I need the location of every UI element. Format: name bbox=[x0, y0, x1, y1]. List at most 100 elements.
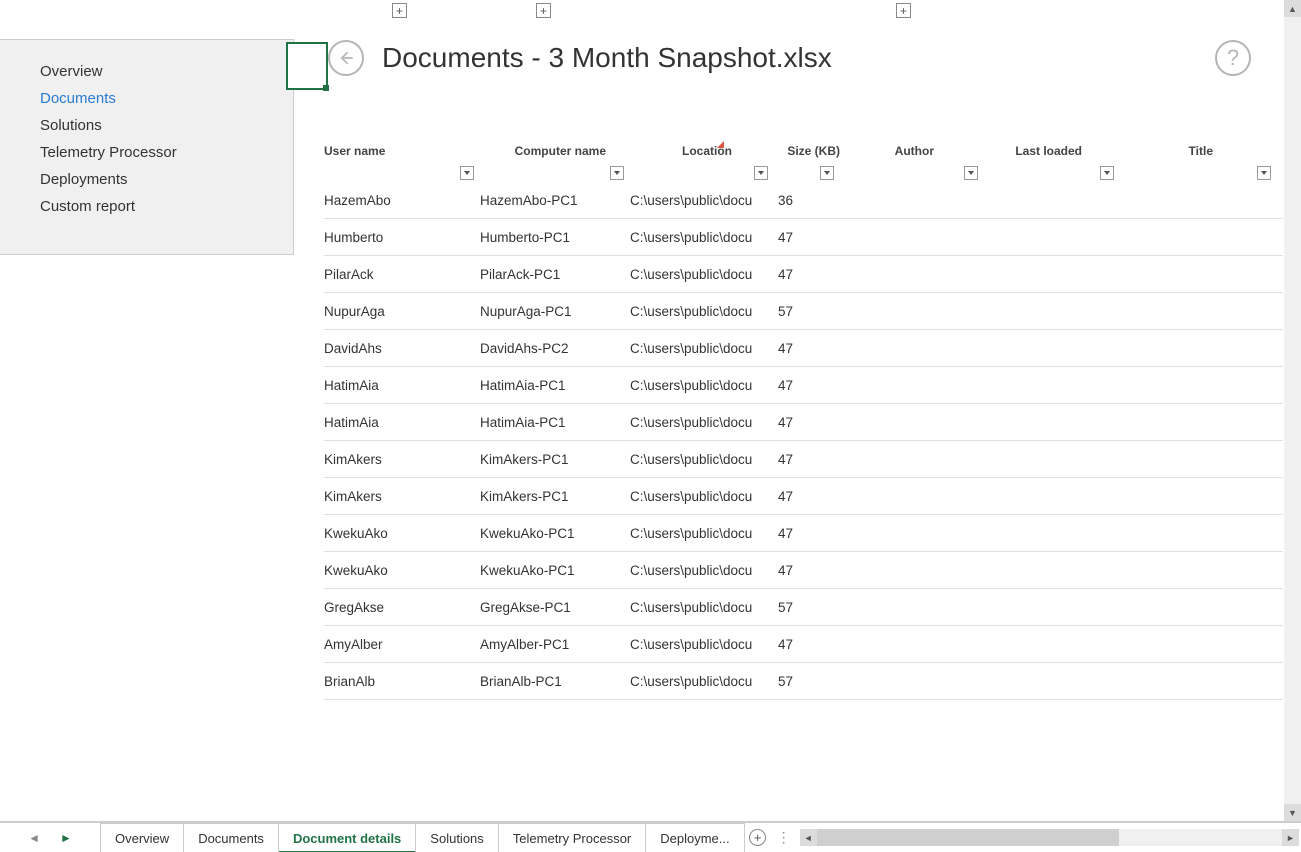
tab-label: Deployme bbox=[660, 831, 719, 846]
new-sheet-button[interactable]: + bbox=[745, 822, 771, 852]
title-row: Documents - 3 Month Snapshot.xlsx ? bbox=[294, 20, 1301, 76]
fill-handle[interactable] bbox=[323, 85, 329, 91]
cell-last-loaded bbox=[984, 563, 1120, 578]
tab-telemetry-processor[interactable]: Telemetry Processor bbox=[498, 823, 646, 852]
hscroll-track[interactable] bbox=[817, 829, 1282, 846]
page-title: Documents - 3 Month Snapshot.xlsx bbox=[382, 42, 832, 74]
hscroll-thumb[interactable] bbox=[817, 829, 1119, 846]
cell-user: PilarAck bbox=[324, 267, 480, 282]
cell-user: HatimAia bbox=[324, 378, 480, 393]
sheet-tabs: Overview Documents Document details Solu… bbox=[100, 822, 745, 852]
outline-expand-2[interactable]: + bbox=[536, 3, 551, 18]
cell-location: C:\users\public\docu bbox=[630, 230, 774, 245]
cell-author bbox=[840, 304, 984, 319]
sidebar-item-deployments[interactable]: Deployments bbox=[0, 166, 293, 193]
cell-author bbox=[840, 378, 984, 393]
table-row[interactable]: KwekuAkoKwekuAko-PC1C:\users\public\docu… bbox=[324, 552, 1283, 589]
sidebar-item-custom-report[interactable]: Custom report bbox=[0, 193, 293, 220]
outline-expand-1[interactable]: + bbox=[392, 3, 407, 18]
cell-user: NupurAga bbox=[324, 304, 480, 319]
scroll-right-button[interactable]: ► bbox=[1282, 829, 1299, 846]
col-label: Title bbox=[1120, 144, 1283, 158]
filter-button-location[interactable] bbox=[754, 166, 768, 180]
tab-bar-grip[interactable]: ⋮ bbox=[771, 822, 798, 852]
horizontal-scrollbar[interactable]: ◄ ► bbox=[798, 822, 1301, 852]
sidebar-item-telemetry[interactable]: Telemetry Processor bbox=[0, 139, 293, 166]
cell-author bbox=[840, 230, 984, 245]
cell-user: KimAkers bbox=[324, 489, 480, 504]
cell-user: GregAkse bbox=[324, 600, 480, 615]
cell-user: KwekuAko bbox=[324, 526, 480, 541]
cell-location: C:\users\public\docu bbox=[630, 563, 774, 578]
cell-title bbox=[1120, 489, 1283, 504]
sheet-nav-prev[interactable]: ◄ bbox=[28, 831, 40, 845]
table-row[interactable]: GregAkseGregAkse-PC1C:\users\public\docu… bbox=[324, 589, 1283, 626]
table-row[interactable]: KwekuAkoKwekuAko-PC1C:\users\public\docu… bbox=[324, 515, 1283, 552]
sidebar-blank-below bbox=[0, 255, 294, 821]
cell-location: C:\users\public\docu bbox=[630, 193, 774, 208]
sidebar-nav: Overview Documents Solutions Telemetry P… bbox=[0, 40, 294, 255]
cell-size: 47 bbox=[774, 378, 840, 393]
filter-button-user[interactable] bbox=[460, 166, 474, 180]
tab-deployments[interactable]: Deployme ... bbox=[645, 823, 744, 852]
scroll-up-button[interactable]: ▲ bbox=[1284, 0, 1301, 17]
cell-size: 47 bbox=[774, 637, 840, 652]
cell-last-loaded bbox=[984, 637, 1120, 652]
scroll-down-button[interactable]: ▼ bbox=[1284, 804, 1301, 821]
cell-size: 47 bbox=[774, 267, 840, 282]
scroll-left-button[interactable]: ◄ bbox=[800, 829, 817, 846]
data-table: User name Computer name Location Size (K… bbox=[324, 144, 1283, 700]
cell-user: KwekuAko bbox=[324, 563, 480, 578]
table-row[interactable]: NupurAgaNupurAga-PC1C:\users\public\docu… bbox=[324, 293, 1283, 330]
cell-size: 47 bbox=[774, 489, 840, 504]
cell-author bbox=[840, 526, 984, 541]
col-header-last-loaded: Last loaded bbox=[984, 144, 1120, 158]
cell-last-loaded bbox=[984, 193, 1120, 208]
table-row[interactable]: BrianAlbBrianAlb-PC1C:\users\public\docu… bbox=[324, 663, 1283, 700]
cell-computer: KwekuAko-PC1 bbox=[480, 563, 630, 578]
table-row[interactable]: KimAkersKimAkers-PC1C:\users\public\docu… bbox=[324, 441, 1283, 478]
table-row[interactable]: DavidAhsDavidAhs-PC2C:\users\public\docu… bbox=[324, 330, 1283, 367]
cell-title bbox=[1120, 674, 1283, 689]
sidebar-item-solutions[interactable]: Solutions bbox=[0, 112, 293, 139]
cell-location: C:\users\public\docu bbox=[630, 489, 774, 504]
cell-computer: AmyAlber-PC1 bbox=[480, 637, 630, 652]
filter-button-title[interactable] bbox=[1257, 166, 1271, 180]
cell-computer: BrianAlb-PC1 bbox=[480, 674, 630, 689]
tab-overview[interactable]: Overview bbox=[100, 823, 184, 852]
sidebar-item-documents[interactable]: Documents bbox=[0, 85, 293, 112]
vertical-scrollbar[interactable]: ▲ ▼ bbox=[1284, 0, 1301, 821]
col-label: Last loaded bbox=[984, 144, 1120, 158]
tab-documents[interactable]: Documents bbox=[183, 823, 279, 852]
table-row[interactable]: HatimAiaHatimAia-PC1C:\users\public\docu… bbox=[324, 367, 1283, 404]
table-row[interactable]: PilarAckPilarAck-PC1C:\users\public\docu… bbox=[324, 256, 1283, 293]
col-label: Computer name bbox=[480, 144, 630, 158]
tab-overflow: ... bbox=[719, 831, 730, 846]
cell-size: 47 bbox=[774, 452, 840, 467]
help-button[interactable]: ? bbox=[1215, 40, 1251, 76]
table-row[interactable]: KimAkersKimAkers-PC1C:\users\public\docu… bbox=[324, 478, 1283, 515]
sidebar-item-overview[interactable]: Overview bbox=[0, 58, 293, 85]
filter-button-computer[interactable] bbox=[610, 166, 624, 180]
cell-size: 57 bbox=[774, 304, 840, 319]
sidebar: Overview Documents Solutions Telemetry P… bbox=[0, 0, 294, 821]
filter-button-author[interactable] bbox=[964, 166, 978, 180]
sheet-nav-next[interactable]: ► bbox=[60, 831, 72, 845]
cell-size: 47 bbox=[774, 341, 840, 356]
cell-title bbox=[1120, 267, 1283, 282]
table-row[interactable]: HazemAboHazemAbo-PC1C:\users\public\docu… bbox=[324, 182, 1283, 219]
filter-button-size[interactable] bbox=[820, 166, 834, 180]
cell-title bbox=[1120, 230, 1283, 245]
table-row[interactable]: AmyAlberAmyAlber-PC1C:\users\public\docu… bbox=[324, 626, 1283, 663]
table-row[interactable]: HumbertoHumberto-PC1C:\users\public\docu… bbox=[324, 219, 1283, 256]
cell-computer: KimAkers-PC1 bbox=[480, 452, 630, 467]
back-button[interactable] bbox=[328, 40, 364, 76]
sidebar-header-blank bbox=[0, 0, 294, 40]
tab-document-details[interactable]: Document details bbox=[278, 823, 416, 852]
outline-expand-row: + + + bbox=[294, 0, 1301, 20]
tab-solutions[interactable]: Solutions bbox=[415, 823, 498, 852]
table-row[interactable]: HatimAiaHatimAia-PC1C:\users\public\docu… bbox=[324, 404, 1283, 441]
filter-button-last-loaded[interactable] bbox=[1100, 166, 1114, 180]
cell-size: 47 bbox=[774, 563, 840, 578]
outline-expand-3[interactable]: + bbox=[896, 3, 911, 18]
